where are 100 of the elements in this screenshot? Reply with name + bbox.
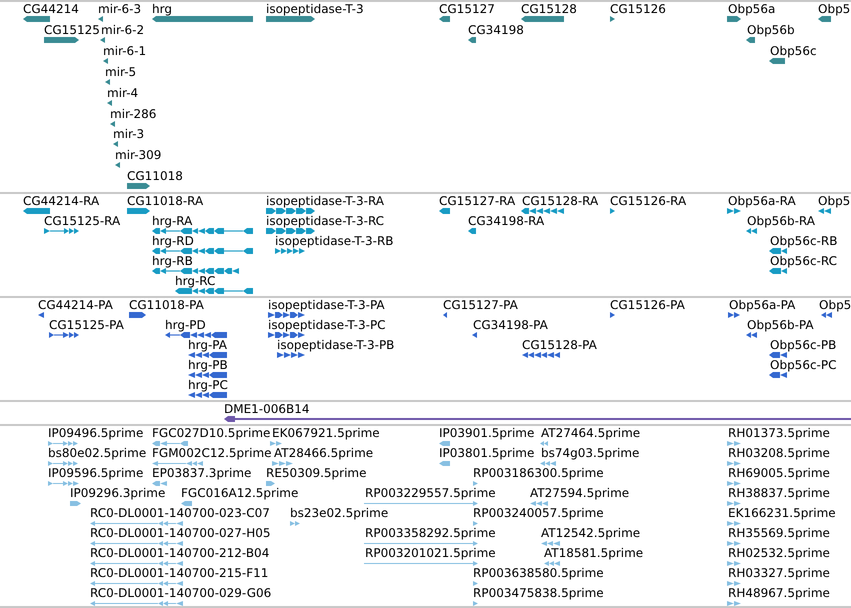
feature-label: isopeptidase-T-3-RC: [266, 214, 384, 228]
feature-label: hrg-RD: [152, 234, 194, 248]
feature-label: Obp56a-PA: [729, 298, 796, 312]
feature-label: Obp56c-PB: [770, 338, 836, 352]
feature-label: hrg-PD: [165, 318, 206, 332]
feature-label: CG15127: [439, 2, 495, 16]
feature-label: RC0-DL0001-140700-215-F11: [90, 566, 268, 580]
feature-label: Obp56a-RA: [728, 194, 796, 208]
feature-label: CG11018-PA: [129, 298, 204, 312]
feature-label: Obp56b-RA: [747, 214, 815, 228]
feature-label: mir-5: [105, 64, 136, 79]
feature-label: RP003201021.5prime: [365, 546, 496, 560]
feature-label: RP003240057.5prime: [473, 506, 604, 520]
feature-label: FGC016A12.5prime: [181, 486, 298, 500]
feature-label: mir-6-1: [103, 44, 146, 58]
feature-label: CG15127-RA: [439, 194, 516, 208]
feature-label: hrg-RB: [152, 254, 193, 268]
feature-label: IP03901.5prime: [439, 426, 534, 440]
feature-label: RC0-DL0001-140700-029-G06: [90, 586, 272, 600]
feature-label: IP09296.3prime: [70, 486, 166, 500]
feature-label: hrg-PC: [188, 378, 228, 392]
feature-label: RH01373.5prime: [728, 426, 830, 440]
feature-label: bs80e02.5prime: [48, 446, 146, 460]
feature-label: AT18581.5prime: [544, 546, 644, 560]
feature-label: FGC027D10.5prime: [152, 426, 270, 440]
feature-label: CG15125-PA: [49, 318, 124, 332]
feature-label: Obp56c-RC: [770, 254, 837, 268]
feature-label: mir-286: [110, 106, 156, 120]
feature-label: Obp5: [818, 2, 850, 16]
feature-label: CG15126-RA: [610, 194, 686, 208]
feature-label: isopeptidase-T-3: [266, 2, 364, 16]
feature-label: mir-3: [113, 127, 144, 142]
feature-label: hrg-PA: [188, 338, 227, 352]
feature-label: CG44214-RA: [23, 194, 100, 208]
feature-label: IP09496.5prime: [48, 426, 144, 440]
feature-label: Obp56c-PC: [770, 358, 836, 372]
feature-label: CG15128-PA: [522, 338, 597, 352]
feature-label: RH69005.5prime: [728, 466, 830, 480]
feature-label: isopeptidase-T-3-PC: [268, 318, 386, 332]
feature-label: isopeptidase-T-3-RB: [275, 234, 394, 248]
feature-label: FGM002C12.5prime: [152, 446, 272, 460]
feature-label: hrg-PB: [188, 358, 228, 372]
feature-label: RE50309.5prime: [266, 466, 366, 480]
feature-label: mir-4: [107, 86, 138, 100]
feature-label: CG15128: [521, 2, 577, 16]
feature-label: RH02532.5prime: [728, 546, 830, 560]
feature-label: RC0-DL0001-140700-023-C07: [90, 506, 270, 520]
feature-label: bs74g03.5prime: [541, 446, 640, 460]
feature-label: AT28466.5prime: [274, 446, 374, 460]
feature-label: isopeptidase-T-3-PB: [277, 338, 394, 352]
feature-label: Obp56b-PA: [747, 318, 814, 332]
feature-label: CG34198-PA: [473, 318, 548, 332]
feature-label: Obp56c: [770, 44, 817, 58]
feature-label: AT27464.5prime: [541, 426, 640, 440]
feature-label: RH35569.5prime: [728, 526, 830, 540]
feature-label: RP003358292.5prime: [365, 526, 496, 540]
feature-label: isopeptidase-T-3-PA: [268, 298, 385, 312]
feature-label: IP03801.5prime: [439, 446, 534, 460]
feature-label: CG44214: [23, 2, 79, 16]
feature-label: hrg-RA: [152, 214, 192, 228]
feature-label: CG15126: [610, 2, 666, 16]
feature-label: Obp5: [818, 194, 850, 208]
feature-label: mir-6-2: [101, 22, 144, 37]
feature-label: EK166231.5prime: [728, 506, 836, 520]
feature-label: RH48967.5prime: [728, 586, 830, 600]
feature-label: Obp5: [819, 298, 851, 312]
feature-label: CG15127-PA: [443, 298, 518, 312]
feature-label: Obp56c-RB: [770, 234, 838, 248]
feature-label: CG11018: [127, 169, 183, 184]
feature-label: isopeptidase-T-3-RA: [266, 194, 384, 208]
feature-label: mir-6-3: [98, 2, 142, 16]
feature-label: IP09596.5prime: [48, 466, 144, 480]
feature-label: RP003475838.5prime: [473, 586, 604, 600]
feature-label: bs23e02.5prime: [290, 506, 388, 520]
feature-label: RP003638580.5prime: [473, 566, 604, 580]
feature-label: CG15126-PA: [610, 298, 685, 312]
feature-label: mir-309: [115, 148, 162, 162]
feature-label: CG15128-RA: [522, 194, 598, 208]
feature-label: CG15125: [44, 22, 100, 37]
feature-label: RC0-DL0001-140700-212-B04: [90, 546, 270, 560]
feature-label: RH03208.5prime: [728, 446, 830, 460]
feature-label: AT12542.5prime: [541, 526, 640, 540]
feature-label: DME1-006B14: [224, 402, 310, 416]
feature-label: RP003229557.5prime: [365, 486, 496, 500]
feature-label: CG11018-RA: [127, 194, 204, 208]
feature-label: CG15125-RA: [44, 214, 120, 228]
feature-label: AT27594.5prime: [530, 486, 630, 500]
feature-label: RP003186300.5prime: [473, 466, 604, 480]
feature-label: CG44214-PA: [38, 298, 113, 312]
feature-label: CG34198: [468, 22, 524, 37]
feature-label: CG34198-RA: [468, 214, 544, 228]
feature-label: hrg-RC: [175, 274, 216, 288]
feature-label: Obp56b: [747, 22, 795, 37]
feature-label: Obp56a: [728, 2, 776, 16]
feature-label: RH38837.5prime: [728, 486, 830, 500]
feature-label: RH03327.5prime: [728, 566, 830, 580]
feature-label: EK067921.5prime: [272, 426, 380, 440]
feature-label: hrg: [152, 2, 172, 16]
feature-label: EP03837.3prime: [152, 466, 252, 480]
feature-label: RC0-DL0001-140700-027-H05: [90, 526, 271, 540]
